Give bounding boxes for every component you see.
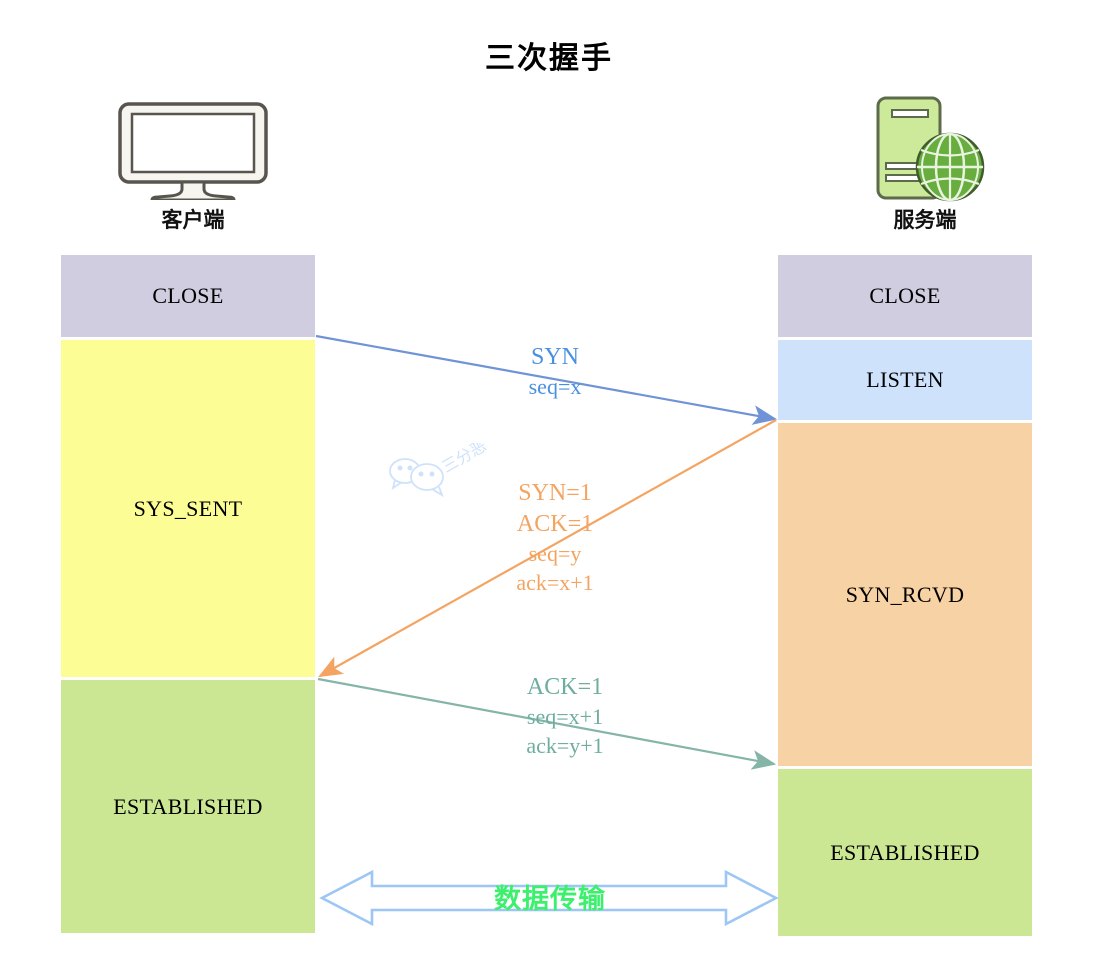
server-label: 服务端	[893, 207, 957, 232]
state-label: SYN_RCVD	[845, 581, 965, 607]
page-title: 三次握手	[485, 41, 613, 76]
synack-line-4: ack=x+1	[516, 569, 594, 595]
message-label-syn: SYN seq=x	[455, 342, 655, 402]
ack-line-2: seq=x+1	[526, 704, 604, 730]
state-label: SYS_SENT	[133, 495, 243, 521]
client-state-syn-sent: SYS_SENT	[61, 340, 315, 677]
wechat-icon	[389, 458, 444, 498]
client-state-column: CLOSE SYS_SENT ESTABLISHED	[61, 255, 315, 933]
server-state-established: ESTABLISHED	[778, 769, 1032, 936]
syn-line-1: SYN	[530, 344, 579, 370]
state-label: CLOSE	[152, 283, 224, 308]
server-state-column: CLOSE LISTEN SYN_RCVD ESTABLISHED	[778, 255, 1032, 936]
ack-line-3: ack=y+1	[526, 732, 604, 758]
monitor-icon	[108, 100, 278, 202]
state-label: ESTABLISHED	[113, 793, 263, 819]
diagram-canvas: 三次握手 客户端 服务端 CLOSE SYS_SENT ESTABLISHED …	[0, 0, 1098, 980]
watermark-text: 三分恶	[439, 443, 490, 476]
server-globe-icon	[840, 95, 1010, 205]
message-label-ack: ACK=1 seq=x+1 ack=y+1	[450, 672, 680, 760]
synack-line-3: seq=y	[528, 541, 582, 567]
state-label: ESTABLISHED	[830, 839, 980, 865]
server-state-syn-rcvd: SYN_RCVD	[778, 423, 1032, 766]
syn-line-2: seq=x	[528, 374, 582, 400]
client-label: 客户端	[161, 207, 225, 232]
state-label: CLOSE	[869, 283, 941, 308]
server-state-close: CLOSE	[778, 255, 1032, 337]
data-transfer-label: 数据传输	[494, 884, 606, 915]
server-state-listen: LISTEN	[778, 340, 1032, 420]
wechat-watermark: 三分恶	[383, 436, 523, 515]
client-state-established: ESTABLISHED	[61, 680, 315, 933]
state-label: LISTEN	[866, 367, 944, 392]
client-state-close: CLOSE	[61, 255, 315, 337]
ack-line-1: ACK=1	[526, 674, 604, 700]
